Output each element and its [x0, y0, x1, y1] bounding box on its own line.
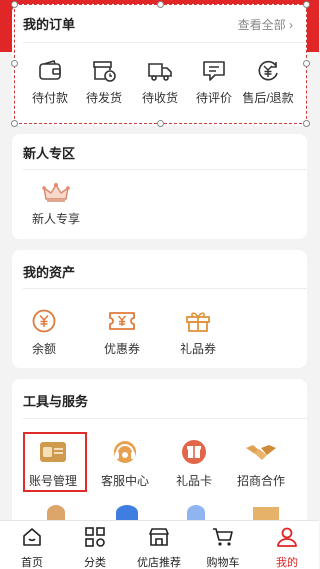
asset-balance[interactable]: 余额: [16, 308, 72, 357]
store-icon: [149, 528, 169, 546]
orders-card: 我的订单 查看全部 › 待付款 待发货 待收货 待评价 售后/退款: [12, 4, 307, 126]
tools-card: 工具与服务 账号管理 客服中心 礼品卡 招商合作: [12, 379, 307, 520]
tool-label: 礼品卡: [175, 474, 212, 488]
tool-label: 招商合作: [236, 474, 285, 488]
tab-label: 首页: [21, 557, 43, 569]
selection-handle[interactable]: [11, 1, 18, 8]
tab-category[interactable]: 分类: [65, 527, 125, 569]
person-icon: [277, 527, 297, 547]
gift-icon: [186, 312, 210, 332]
selection-handle[interactable]: [157, 1, 164, 8]
orders-divider: [23, 42, 307, 43]
order-item-label: 待发货: [85, 91, 122, 105]
crown-icon: [42, 183, 70, 202]
order-item-label: 待评价: [195, 91, 232, 105]
tool-gift-card[interactable]: 礼品卡: [166, 438, 222, 489]
asset-gift-vouchers[interactable]: 礼品券: [170, 308, 226, 357]
selection-handle[interactable]: [11, 120, 18, 127]
tool-row2-icon-3[interactable]: [187, 505, 205, 520]
order-item-label: 待付款: [31, 91, 68, 105]
newcomer-card: 新人专区 新人专享: [12, 134, 307, 239]
orders-title: 我的订单: [23, 17, 76, 32]
asset-coupons[interactable]: 优惠券: [94, 308, 150, 357]
assets-title: 我的资产: [23, 265, 76, 280]
refund-icon: [258, 60, 278, 81]
tool-row2-icon-2[interactable]: [116, 505, 138, 520]
assets-card: 我的资产 余额 优惠券 礼品券: [12, 250, 307, 368]
tools-divider: [23, 418, 307, 419]
coupon-icon: [109, 312, 135, 330]
order-item-label: 待收货: [141, 91, 178, 105]
tab-label: 分类: [84, 557, 106, 569]
tab-mine[interactable]: 我的: [257, 527, 317, 569]
tool-label: 账号管理: [28, 474, 77, 488]
tab-label: 优店推荐: [137, 557, 181, 569]
yen-coin-icon: [32, 309, 56, 333]
id-card-icon: [40, 442, 66, 462]
category-grid-icon: [85, 527, 105, 547]
wallet-icon: [39, 60, 61, 80]
selection-handle[interactable]: [157, 120, 164, 127]
package-clock-icon: [93, 61, 116, 82]
cart-icon: [213, 528, 233, 546]
newcomer-divider: [23, 169, 307, 170]
home-icon: [23, 528, 41, 546]
asset-label: 礼品券: [179, 342, 216, 356]
newcomer-exclusive[interactable]: 新人专享: [28, 182, 84, 227]
selection-handle[interactable]: [303, 1, 310, 8]
tools-title: 工具与服务: [23, 394, 89, 409]
tool-label: 客服中心: [100, 474, 149, 488]
handshake-icon: [246, 445, 276, 460]
tool-account-management[interactable]: 账号管理: [25, 438, 81, 489]
selection-handle[interactable]: [11, 60, 18, 67]
asset-label: 优惠券: [103, 342, 140, 356]
tool-business-cooperation[interactable]: 招商合作: [233, 438, 289, 489]
order-after-sales[interactable]: 售后/退款: [240, 59, 296, 106]
tab-label: 我的: [276, 557, 298, 569]
asset-label: 余额: [31, 342, 56, 356]
view-all-orders-link[interactable]: 查看全部 ›: [238, 16, 293, 33]
tab-cart[interactable]: 购物车: [193, 527, 253, 569]
order-item-label: 售后/退款: [242, 91, 294, 105]
newcomer-label: 新人专享: [31, 212, 80, 226]
order-pending-receipt[interactable]: 待收货: [132, 59, 188, 106]
newcomer-title: 新人专区: [23, 146, 76, 161]
assets-divider: [23, 288, 307, 289]
tool-row2-icon-1[interactable]: [47, 505, 65, 520]
gift-card-icon: [182, 440, 206, 464]
selection-handle[interactable]: [303, 60, 310, 67]
tab-home[interactable]: 首页: [2, 527, 62, 569]
delivery-truck-icon: [148, 63, 172, 81]
comment-icon: [203, 61, 225, 81]
headset-icon: [114, 441, 136, 463]
tool-customer-service[interactable]: 客服中心: [97, 438, 153, 489]
order-pending-payment[interactable]: 待付款: [22, 59, 78, 106]
bottom-tab-bar: 首页 分类 优店推荐 购物车 我的: [0, 520, 319, 569]
order-pending-shipment[interactable]: 待发货: [76, 59, 132, 106]
tab-label: 购物车: [206, 557, 240, 569]
selection-handle[interactable]: [303, 120, 310, 127]
order-pending-review[interactable]: 待评价: [186, 59, 242, 106]
tab-store-recommend[interactable]: 优店推荐: [129, 527, 189, 569]
tool-row2-icon-4[interactable]: [253, 507, 279, 520]
